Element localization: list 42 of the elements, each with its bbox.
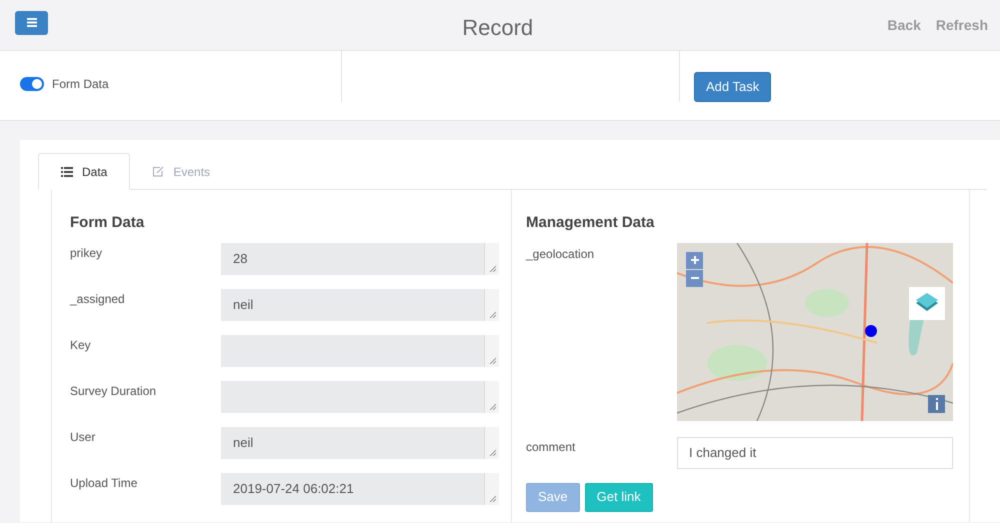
section-title: Management Data	[526, 213, 656, 233]
resize-handle[interactable]	[484, 334, 499, 366]
field-label: _geolocation	[526, 246, 596, 262]
field-label: User	[70, 428, 96, 446]
get-link-button[interactable]: Get link	[584, 482, 653, 512]
list-icon	[61, 166, 73, 176]
zoom-in-button[interactable]	[686, 252, 703, 268]
minus-icon	[690, 277, 698, 279]
info-icon	[934, 398, 938, 410]
resize-handle[interactable]	[484, 426, 499, 458]
field-label: Survey Duration	[70, 382, 158, 400]
page-title: Record	[462, 14, 534, 42]
resize-handle[interactable]	[484, 380, 499, 412]
edit-icon	[152, 166, 164, 177]
section-title: Form Data	[70, 213, 146, 233]
read-only-field: 2019-07-24 06:02:21	[221, 472, 499, 504]
read-only-field: neil	[221, 288, 499, 320]
toggle-label: Form Data	[52, 76, 109, 93]
field-label: Upload Time	[70, 474, 138, 492]
layers-icon	[915, 292, 939, 314]
field-label: Key	[70, 336, 92, 354]
read-only-field: 28	[221, 242, 499, 274]
info-button[interactable]	[928, 394, 945, 412]
layers-button[interactable]	[909, 286, 945, 320]
comment-field[interactable]: I changed it	[677, 436, 953, 468]
tab[interactable]: Data	[38, 153, 130, 190]
read-only-field: neil	[221, 426, 499, 458]
header-link[interactable]: Refresh	[936, 14, 988, 36]
field-label: _assigned	[70, 290, 126, 308]
menu-icon	[26, 18, 36, 27]
resize-handle[interactable]	[484, 472, 499, 504]
toggle-switch[interactable]	[20, 77, 44, 91]
zoom-out-button[interactable]	[686, 270, 703, 286]
resize-handle[interactable]	[484, 288, 499, 320]
field-label: prikey	[70, 244, 104, 262]
add-task-button[interactable]: Add Task	[694, 72, 772, 102]
menu-button[interactable]	[15, 10, 48, 34]
header-link[interactable]: Back	[887, 14, 921, 36]
tab[interactable]: Events	[130, 153, 232, 190]
plus-icon	[690, 256, 698, 264]
resize-handle[interactable]	[484, 242, 499, 274]
field-label: comment	[526, 438, 576, 456]
